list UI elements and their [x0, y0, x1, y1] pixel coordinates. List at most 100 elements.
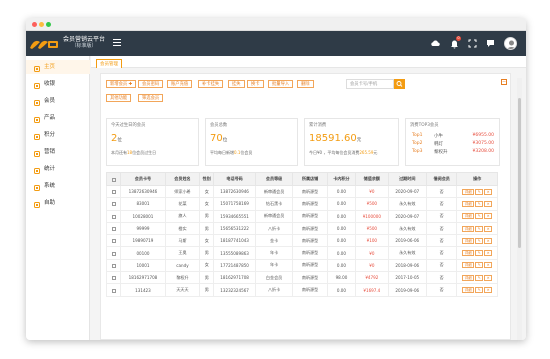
edit-button[interactable]: ✎	[475, 250, 484, 257]
table-row[interactable]: 19890719 马斯女 18187741043 金卡 南昕源型 0.00 ¥100 2019…	[105, 234, 498, 248]
delete-button[interactable]: ✕	[484, 225, 493, 232]
toolbar-button-4[interactable]: 挂失	[228, 80, 245, 88]
detail-button[interactable]: 详细	[462, 225, 475, 232]
row-checkbox[interactable]	[111, 227, 116, 232]
sidebar-item-1[interactable]: 收银	[26, 77, 90, 91]
menu-toggle-icon[interactable]	[113, 39, 121, 47]
detail-button[interactable]: 详细	[462, 213, 475, 220]
sidebar-item-2[interactable]: 会员	[26, 94, 90, 108]
table-row[interactable]: 10001 candy 女 17721487850 年卡 南昕源型 0.00 ¥0 2018-0…	[105, 258, 498, 273]
message-icon[interactable]	[485, 38, 496, 49]
edit-button[interactable]: ✎	[475, 237, 484, 244]
delete-button[interactable]: ✕	[484, 237, 493, 244]
system-icon	[34, 183, 40, 191]
detail-button[interactable]: 详细	[462, 274, 475, 281]
detail-button[interactable]: 详细	[462, 237, 475, 244]
table-row[interactable]: 10028001 旗人男 15934665551 新审通会员 南昕源型 0.00 ¥1000…	[105, 209, 498, 223]
table-row[interactable]: 131423 天天天男 13232324567 八折卡 南昕源型 0.00 ¥1697.4 2…	[105, 283, 498, 297]
detail-button[interactable]: 详细	[462, 287, 475, 294]
edit-button[interactable]: ✎	[475, 274, 484, 281]
table-cell: 19890719	[120, 234, 166, 248]
table-row[interactable]: 18162971708 黎权升男 18162971708 白金会员 南昕源型 98.00 ¥…	[105, 271, 498, 285]
edit-button[interactable]: ✎	[475, 213, 484, 220]
table-row[interactable]: 83001 花菜女 15071758169 钻石黑卡 南昕源型 0.00 ¥500 永久有效否…	[105, 197, 498, 211]
edit-button[interactable]: ✎	[475, 200, 484, 207]
user-avatar[interactable]	[504, 37, 517, 50]
detail-button[interactable]: 详细	[462, 200, 475, 207]
row-checkbox[interactable]	[111, 190, 116, 195]
table-cell: 否	[426, 184, 458, 199]
cloud-icon[interactable]	[430, 38, 441, 49]
tab-member-management[interactable]: 会员管理	[96, 59, 122, 68]
sidebar-item-0[interactable]: 主页	[26, 60, 90, 74]
row-checkbox-cell[interactable]	[105, 197, 122, 211]
row-checkbox[interactable]	[111, 214, 116, 219]
spend-amount: 18591.60	[309, 133, 357, 144]
toolbar-button-row2-1[interactable]: 筛选会员	[138, 94, 164, 102]
sidebar-item-4[interactable]: 积分	[26, 128, 90, 142]
column-header-0[interactable]	[105, 172, 122, 186]
row-checkbox-cell[interactable]	[105, 246, 122, 260]
sidebar-item-7[interactable]: 系统	[26, 179, 90, 193]
table-row[interactable]: 99999 橙实男 15656531222 八折卡 南昕源型 0.00 ¥500 永久有效否详…	[105, 221, 498, 236]
sidebar-item-8[interactable]: 自助	[26, 196, 90, 210]
row-checkbox[interactable]	[111, 251, 116, 256]
table-cell: 15071758169	[213, 197, 256, 211]
sidebar-item-5[interactable]: 营销	[26, 145, 90, 159]
sidebar-item-label: 积分	[44, 132, 56, 138]
row-checkbox-cell[interactable]	[105, 209, 122, 223]
row-checkbox[interactable]	[111, 239, 116, 244]
edit-button[interactable]: ✎	[475, 188, 484, 195]
delete-button[interactable]: ✕	[484, 262, 493, 269]
toolbar-button-6[interactable]: 批量导入	[268, 80, 294, 88]
detail-button[interactable]: 详细	[462, 262, 475, 269]
row-checkbox-cell[interactable]	[105, 271, 122, 285]
toolbar-button-5[interactable]: 换卡	[247, 80, 264, 88]
row-checkbox-cell[interactable]	[105, 184, 122, 199]
row-checkbox[interactable]	[111, 288, 116, 293]
sidebar-item-3[interactable]: 产品	[26, 111, 90, 125]
vertical-scrollbar[interactable]	[517, 78, 522, 340]
edit-button[interactable]: ✎	[475, 287, 484, 294]
toolbar-button-3[interactable]: 补卡挂失	[198, 80, 224, 88]
select-all-checkbox[interactable]	[111, 177, 116, 182]
edit-button[interactable]: ✎	[475, 262, 484, 269]
delete-button[interactable]: ✕	[484, 188, 493, 195]
delete-button[interactable]: ✕	[484, 287, 493, 294]
table-row[interactable]: 00100 王奥男 13555089863 年卡 南昕源型 0.00 ¥0 永久有效否详细 ✎ ✕	[105, 246, 498, 260]
birthday-title: 今天过生日的会员	[111, 123, 146, 128]
toolbar-button-row2-0[interactable]: 其他功能	[106, 94, 132, 102]
table-cell: 83001	[120, 197, 166, 211]
row-checkbox[interactable]	[111, 202, 116, 207]
maximize-window-button[interactable]	[46, 22, 51, 27]
search-input[interactable]: 会员卡号/手机	[346, 79, 394, 89]
row-checkbox[interactable]	[111, 263, 116, 268]
row-checkbox[interactable]	[111, 276, 116, 281]
fullscreen-icon[interactable]	[467, 38, 478, 49]
detail-button[interactable]: 详细	[462, 188, 475, 195]
edit-button[interactable]: ✎	[475, 225, 484, 232]
toolbar-button-2[interactable]: 账户充值	[167, 80, 193, 88]
sidebar-item-6[interactable]: 统计	[26, 162, 90, 176]
search-button[interactable]	[394, 79, 405, 89]
bell-icon[interactable]: 0	[449, 36, 461, 49]
row-checkbox-cell[interactable]	[105, 258, 122, 273]
scrollbar-thumb[interactable]	[518, 98, 521, 248]
minimize-window-button[interactable]	[39, 22, 44, 27]
toolbar-button-1[interactable]: 会员密码	[138, 80, 164, 88]
row-checkbox-cell[interactable]	[105, 234, 122, 248]
toolbar-button-7[interactable]: 删除	[297, 80, 314, 88]
table-row[interactable]: 13872630946 师家小希女 13872630946 新审通会员 南昕源型 0.00…	[105, 184, 498, 199]
detail-button[interactable]: 详细	[462, 250, 475, 257]
toolbar-button-0[interactable]: 新增会员 ✚	[106, 80, 137, 88]
delete-button[interactable]: ✕	[484, 250, 493, 257]
table-cell: 王奥	[164, 246, 201, 260]
row-checkbox-cell[interactable]	[105, 221, 122, 236]
delete-button[interactable]: ✕	[484, 274, 493, 281]
table-cell: 否	[426, 197, 458, 211]
close-window-button[interactable]	[32, 22, 37, 27]
delete-button[interactable]: ✕	[484, 213, 493, 220]
row-checkbox-cell[interactable]	[105, 283, 122, 297]
collapse-icon[interactable]: −	[501, 79, 507, 85]
delete-button[interactable]: ✕	[484, 200, 493, 207]
